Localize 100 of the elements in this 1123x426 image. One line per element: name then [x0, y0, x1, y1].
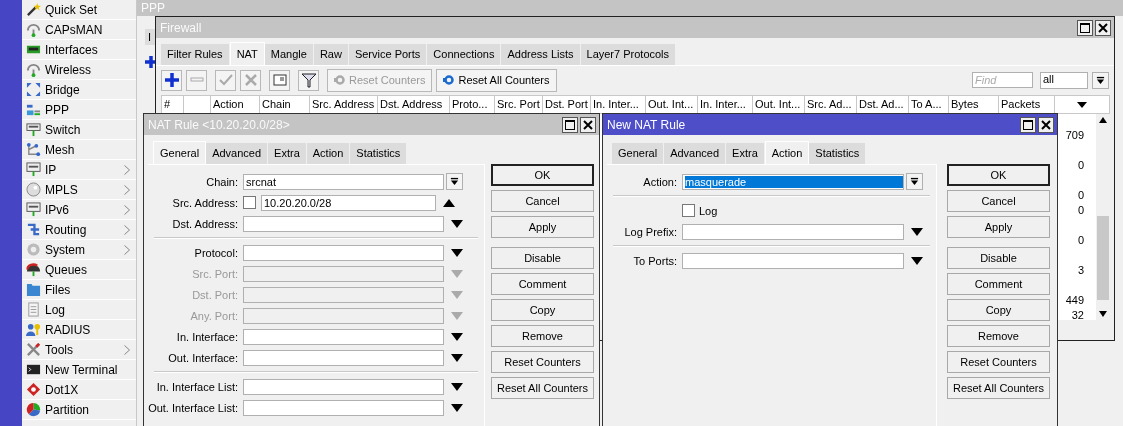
input-field[interactable]	[243, 307, 444, 324]
tab[interactable]: Connections	[427, 44, 502, 65]
dialog-button[interactable]: Reset All Counters	[947, 377, 1050, 399]
menu-item[interactable]: Wireless	[22, 60, 136, 80]
dialog-button[interactable]: Copy	[491, 299, 594, 321]
expand-arrow-icon[interactable]	[451, 403, 463, 412]
menu-item[interactable]: Routing	[22, 220, 136, 240]
input-field[interactable]: 10.20.20.0/28	[261, 194, 436, 211]
dialog-button[interactable]: Apply	[947, 216, 1050, 238]
checkbox[interactable]	[243, 196, 256, 209]
dialog-button[interactable]: Cancel	[491, 190, 594, 212]
field-label: Action:	[642, 175, 677, 188]
dialog-button[interactable]: Comment	[491, 273, 594, 295]
input-field[interactable]	[243, 328, 444, 345]
menu-item[interactable]: Mesh	[22, 140, 136, 160]
dialog-button[interactable]: Remove	[491, 325, 594, 347]
dialog-button[interactable]: Reset Counters	[491, 351, 594, 373]
menu-item[interactable]: Tools	[22, 340, 136, 360]
menu-item[interactable]: New Terminal	[22, 360, 136, 380]
menu-item[interactable]: Dot1X	[22, 380, 136, 400]
scroll-down-icon[interactable]	[1099, 311, 1107, 317]
tab[interactable]: I	[145, 29, 155, 45]
menu-item[interactable]: IPv6	[22, 200, 136, 220]
add-button[interactable]	[161, 69, 182, 91]
add-icon[interactable]	[144, 55, 158, 69]
menu-item[interactable]: IP	[22, 160, 136, 180]
filter-button[interactable]	[298, 69, 319, 91]
maximize-button[interactable]	[1020, 116, 1036, 133]
tab[interactable]: Service Ports	[348, 44, 428, 65]
dropdown-button[interactable]	[906, 173, 923, 190]
input-field[interactable]	[682, 252, 904, 269]
expand-arrow-icon[interactable]	[911, 256, 923, 265]
tab[interactable]: Filter Rules	[161, 44, 230, 65]
tab[interactable]: Extra	[268, 143, 307, 164]
input-field[interactable]	[682, 223, 904, 240]
dialog-button[interactable]: Comment	[947, 273, 1050, 295]
checkbox[interactable]	[682, 204, 695, 217]
menu-item[interactable]: Queues	[22, 260, 136, 280]
input-field[interactable]	[243, 244, 444, 261]
tab[interactable]: Mangle	[264, 44, 314, 65]
dropdown-button[interactable]	[1092, 71, 1109, 89]
dialog-button[interactable]: Reset Counters	[947, 351, 1050, 373]
input-field[interactable]	[243, 286, 444, 303]
menu-item[interactable]: Files	[22, 280, 136, 300]
tab[interactable]: Advanced	[206, 143, 269, 164]
dialog-button[interactable]: Disable	[947, 247, 1050, 269]
input-field[interactable]	[243, 399, 444, 416]
input-field[interactable]	[243, 349, 444, 366]
menu-item[interactable]: CAPsMAN	[22, 20, 136, 40]
tab[interactable]: Action	[764, 141, 810, 164]
tab[interactable]: Extra	[726, 143, 765, 164]
plus-icon	[163, 72, 180, 88]
dialog-button[interactable]: Reset All Counters	[491, 377, 594, 399]
menu-item[interactable]: PPP	[22, 100, 136, 120]
tab[interactable]: Statistics	[809, 143, 867, 164]
dropdown-button[interactable]	[446, 173, 463, 190]
reset-counters-button[interactable]: Reset All Counters	[436, 68, 557, 92]
comment-button[interactable]	[269, 69, 290, 91]
tab[interactable]: Statistics	[350, 143, 408, 164]
dialog-button[interactable]: Remove	[947, 325, 1050, 347]
dialog-button[interactable]: Disable	[491, 247, 594, 269]
expand-arrow-icon[interactable]	[911, 227, 923, 236]
menu-item[interactable]: MPLS	[22, 180, 136, 200]
menu-item[interactable]: Interfaces	[22, 40, 136, 60]
input-field[interactable]	[243, 378, 444, 395]
dialog-button[interactable]: Copy	[947, 299, 1050, 321]
menu-item[interactable]: Bridge	[22, 80, 136, 100]
scroll-up-icon[interactable]	[1099, 117, 1107, 123]
filter-dropdown[interactable]: all	[1040, 71, 1088, 89]
menu-item[interactable]: Partition	[22, 400, 136, 420]
find-field[interactable]: Find	[972, 72, 1033, 88]
tab[interactable]: General	[153, 141, 207, 164]
dialog-button[interactable]: OK	[491, 164, 594, 186]
dialog-button[interactable]: Apply	[491, 216, 594, 238]
caret-icon[interactable]	[1077, 101, 1087, 108]
input-field[interactable]	[243, 265, 444, 282]
menu-item[interactable]: System	[22, 240, 136, 260]
menu-item[interactable]: Switch	[22, 120, 136, 140]
expand-arrow-icon[interactable]	[451, 353, 463, 362]
tab[interactable]: Raw	[313, 44, 349, 65]
input-field[interactable]: masquerade	[682, 173, 904, 190]
close-button[interactable]	[1038, 116, 1054, 133]
tab[interactable]: Address Lists	[501, 44, 581, 65]
tab[interactable]: General	[612, 143, 665, 164]
input-field[interactable]: srcnat	[243, 173, 444, 190]
tab[interactable]: NAT	[229, 42, 265, 65]
tab[interactable]: Advanced	[664, 143, 727, 164]
menu-item[interactable]: RADIUS	[22, 320, 136, 340]
tab[interactable]: Action	[306, 143, 351, 164]
expand-arrow-icon[interactable]	[451, 248, 463, 257]
input-field[interactable]	[243, 215, 444, 232]
menu-item[interactable]: Log	[22, 300, 136, 320]
expand-arrow-icon[interactable]	[451, 382, 463, 391]
dialog-button[interactable]: Cancel	[947, 190, 1050, 212]
expand-arrow-icon[interactable]	[451, 219, 463, 228]
expand-arrow-icon[interactable]	[451, 332, 463, 341]
dialog-button[interactable]: OK	[947, 164, 1050, 186]
menu-item[interactable]: Quick Set	[22, 0, 136, 20]
tab[interactable]: Layer7 Protocols	[580, 44, 677, 65]
collapse-arrow-icon[interactable]	[443, 198, 455, 207]
